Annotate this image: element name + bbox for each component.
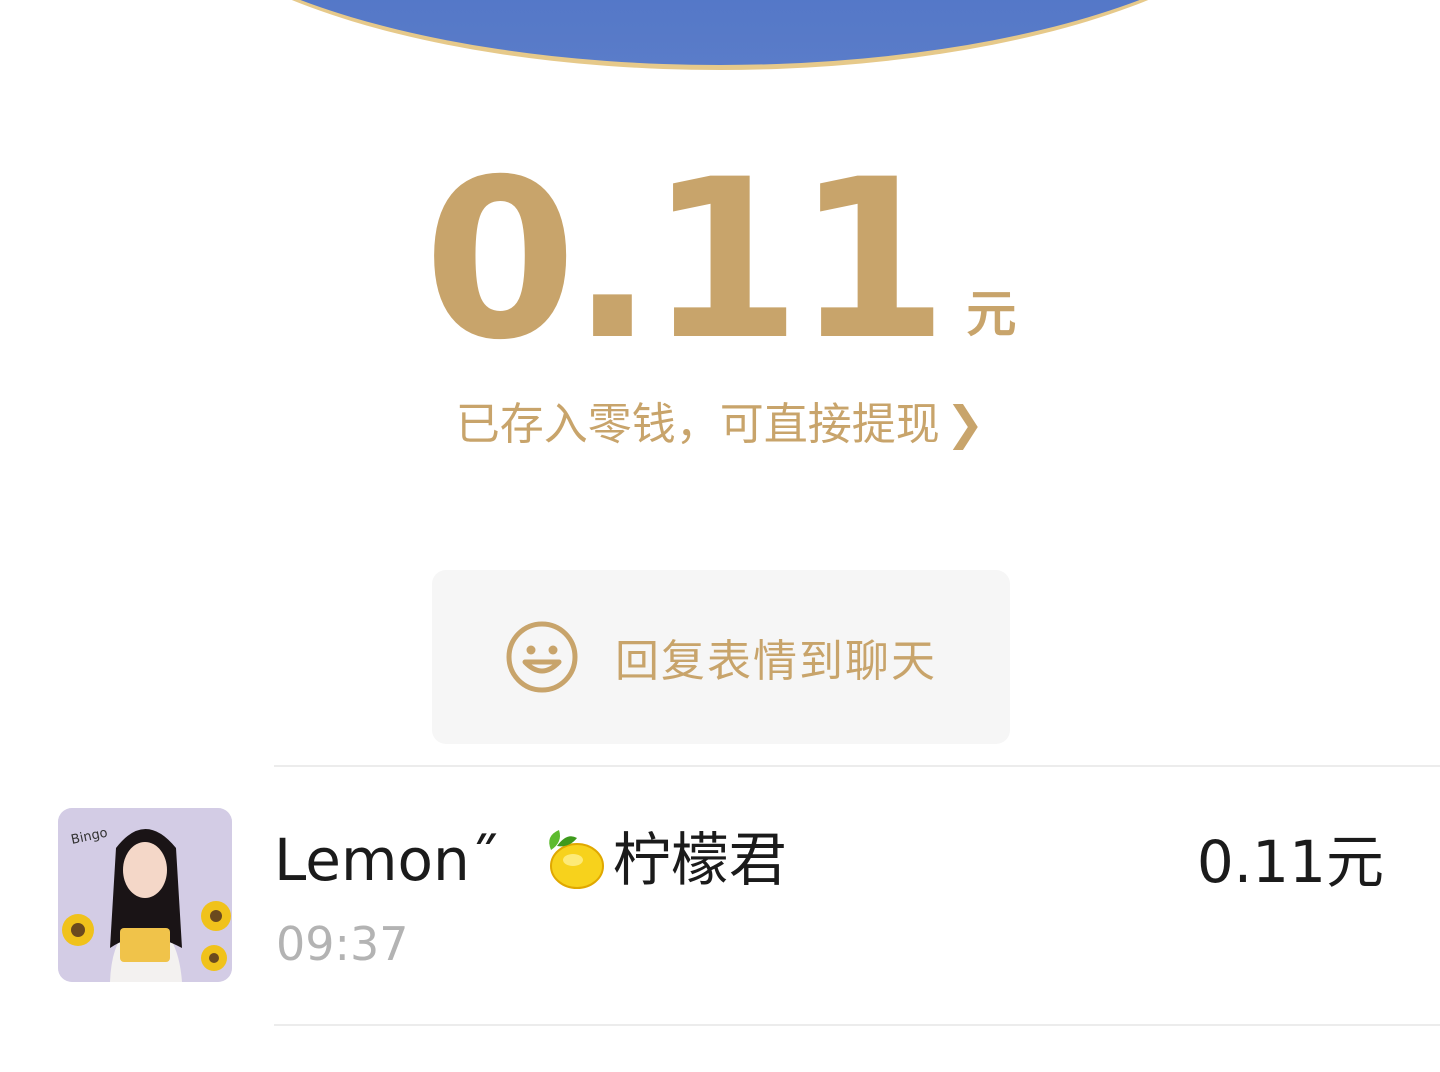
reply-sticker-button[interactable]: 回复表情到聊天 [432, 570, 1010, 744]
received-record-row[interactable]: Bingo Lemon˝ 柠檬君 09:37 0.11元 [0, 780, 1440, 1010]
smile-icon [506, 621, 578, 693]
amount-block: 0.11 元 [0, 150, 1440, 370]
amount-unit: 元 [966, 285, 1017, 343]
divider [274, 765, 1440, 767]
sender-name: Lemon˝ 柠檬君 [274, 820, 787, 900]
avatar-image: Bingo [58, 808, 232, 982]
lemon-emoji-icon [548, 830, 604, 889]
red-packet-top-cover [140, 0, 1300, 70]
received-amount: 0.11 [423, 132, 949, 388]
sender-name-latin: Lemon˝ [274, 826, 499, 894]
record-amount: 0.11元 [1196, 828, 1384, 896]
chevron-right-icon: ❯ [945, 396, 985, 450]
avatar[interactable]: Bingo [58, 808, 232, 982]
received-time: 09:37 [276, 917, 409, 971]
deposit-to-balance-link[interactable]: 已存入零钱，可直接提现 ❯ [0, 388, 1440, 460]
sender-name-cn: 柠檬君 [612, 826, 787, 894]
reply-sticker-label: 回复表情到聊天 [615, 636, 937, 687]
deposit-text: 已存入零钱，可直接提现 [455, 399, 940, 450]
divider [274, 1024, 1440, 1026]
